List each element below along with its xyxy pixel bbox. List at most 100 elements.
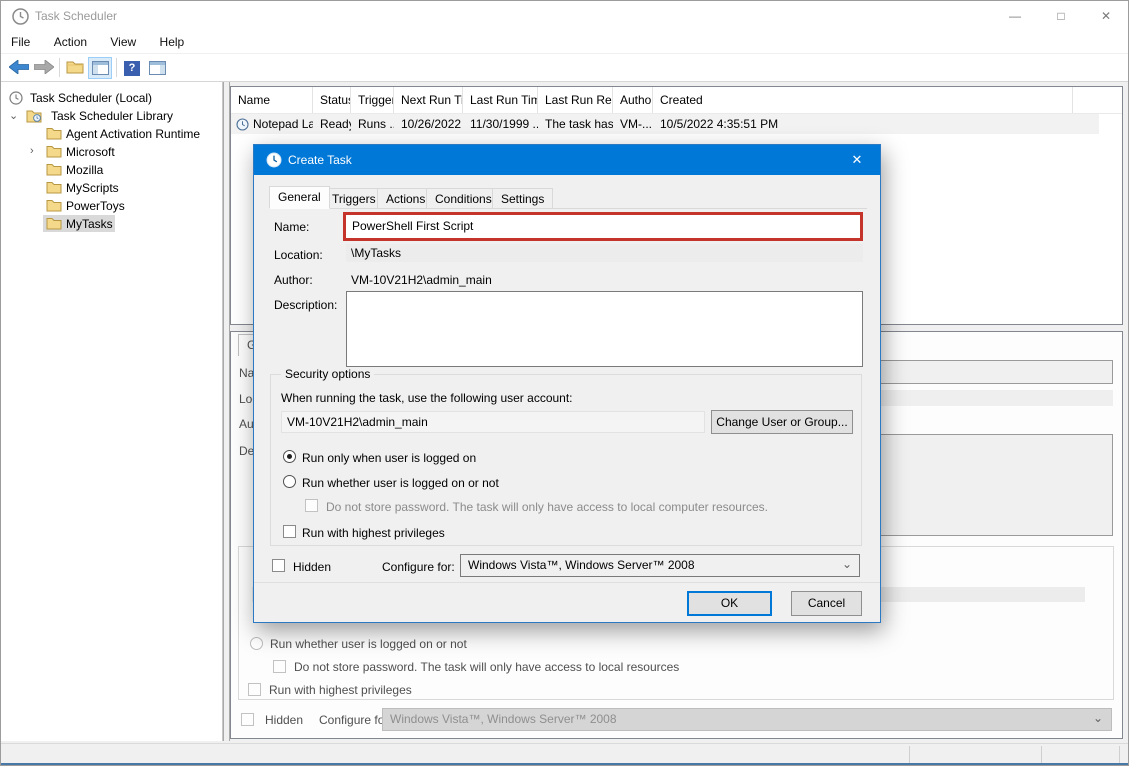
preview-checkbox-privileges[interactable] [248,683,261,696]
tab-conditions[interactable]: Conditions [426,188,501,209]
tree-item-label: PowerToys [66,199,125,213]
author-value: VM-10V21H2\admin_main [351,273,492,287]
pane-splitter[interactable] [223,82,230,741]
menu-help[interactable]: Help [150,31,195,54]
menu-view[interactable]: View [100,31,146,54]
folder-icon [66,60,84,77]
column-header-next-run-time[interactable]: Next Run Time [394,87,463,113]
panel-left-icon [92,61,109,75]
folder-clock-icon [26,109,42,123]
status-separator [1041,746,1042,763]
folder-icon [46,127,62,140]
task-last-run-time: 11/30/1999 ... [463,114,538,134]
help-button[interactable]: ? [120,57,144,79]
status-bar [1,743,1128,765]
status-separator [1119,746,1120,763]
ok-button[interactable]: OK [687,591,772,616]
task-name: Notepad La... [253,117,313,131]
tree-item-task-scheduler-local[interactable]: Task Scheduler (Local) [1,89,222,107]
security-options-group: Security options When running the task, … [270,374,862,546]
maximize-button[interactable]: □ [1039,1,1083,31]
checkbox-highest-privileges[interactable] [283,525,296,538]
preview-radio-run-whether[interactable] [250,637,263,650]
location-value: \MyTasks [346,244,863,262]
forward-arrow-icon [34,60,54,77]
description-textarea[interactable] [346,291,863,367]
radio-run-whether[interactable] [283,475,296,488]
menu-action[interactable]: Action [44,31,97,54]
preview-radio-label: Run whether user is logged on or not [270,637,467,651]
dialog-titlebar: Create Task ✕ [254,145,880,175]
tree-item-powertoys[interactable]: PowerToys [1,197,222,215]
checkbox-do-not-store-password-label: Do not store password. The task will onl… [326,500,768,514]
create-task-dialog: Create Task ✕ General Triggers Actions C… [253,144,881,623]
column-header-triggers[interactable]: Triggers [351,87,394,113]
name-label: Name: [274,220,309,234]
expand-chevron-icon[interactable]: › [30,145,34,157]
close-button[interactable]: ✕ [1084,1,1128,31]
preview-configure-value: Windows Vista™, Windows Server™ 2008 [390,712,617,726]
tree-item-label: Task Scheduler Library [51,109,173,123]
tree-item-mozilla[interactable]: Mozilla [1,161,222,179]
titlebar: Task Scheduler — □ ✕ [1,1,1128,31]
author-label: Author: [274,273,313,287]
tree-item-myscripts[interactable]: MyScripts [1,179,222,197]
description-label: Description: [274,298,337,312]
configure-for-combo[interactable]: Windows Vista™, Windows Server™ 2008 [460,554,860,577]
collapse-chevron-icon[interactable]: ⌄ [9,109,18,122]
tab-triggers[interactable]: Triggers [323,188,385,209]
task-status: Ready [313,114,351,134]
dialog-clock-icon [266,152,282,168]
clock-icon [9,91,23,105]
name-input[interactable]: PowerShell First Script [352,219,473,233]
column-header-last-run-result[interactable]: Last Run Result [538,87,613,113]
actions-pane-button[interactable] [145,57,169,79]
folder-icon [46,145,62,158]
preview-checkbox-hidden[interactable] [241,713,254,726]
name-input-red-highlight: PowerShell First Script [343,212,863,241]
tree-item-label: Task Scheduler (Local) [30,91,152,105]
dialog-close-icon[interactable]: ✕ [835,146,879,174]
status-separator [909,746,910,763]
column-header-created[interactable]: Created [653,87,1073,113]
chevron-down-icon[interactable]: ⌄ [842,557,852,571]
folder-icon [46,217,62,230]
task-created: 10/5/2022 4:35:51 PM [653,114,1073,134]
tree-item-microsoft[interactable]: › Microsoft [1,143,222,161]
cancel-button[interactable]: Cancel [791,591,862,616]
menu-file[interactable]: File [1,31,40,54]
back-button[interactable] [7,57,31,79]
column-header-status[interactable]: Status [313,87,351,113]
task-triggers: Runs ... [351,114,394,134]
radio-run-logged-on[interactable] [283,450,296,463]
task-row[interactable]: Notepad La... Ready Runs ... 10/26/2022 … [231,114,1099,134]
checkbox-do-not-store-password[interactable] [305,499,318,512]
configure-for-value: Windows Vista™, Windows Server™ 2008 [468,558,695,572]
hidden-label: Hidden [293,560,331,574]
minimize-button[interactable]: — [993,1,1037,31]
tab-general[interactable]: General [269,186,330,209]
folder-icon [46,163,62,176]
tree-item-label: Microsoft [66,145,115,159]
show-hide-pane-button[interactable] [88,57,112,79]
checkbox-hidden[interactable] [272,559,285,572]
console-tree-button[interactable] [63,57,87,79]
column-header-author[interactable]: Author [613,87,653,113]
location-label: Location: [274,248,323,262]
tree-item-label: MyScripts [66,181,119,195]
column-header-last-run-time[interactable]: Last Run Time [463,87,538,113]
tree-item-task-scheduler-library[interactable]: ⌄ Task Scheduler Library [1,107,222,125]
tab-settings[interactable]: Settings [492,188,553,209]
tree-item-mytasks-selected[interactable]: MyTasks [1,215,222,233]
help-icon: ? [124,61,140,76]
forward-button[interactable] [32,57,56,79]
tree-item-agent-activation-runtime[interactable]: Agent Activation Runtime [1,125,222,143]
tree-item-label: Agent Activation Runtime [66,127,200,141]
change-user-button[interactable]: Change User or Group... [711,410,853,434]
folder-icon [46,199,62,212]
account-hint: When running the task, use the following… [281,391,573,405]
preview-checkbox-password[interactable] [273,660,286,673]
column-header-name[interactable]: Name [231,87,313,113]
folder-icon [46,181,62,194]
console-tree: Task Scheduler (Local) ⌄ Task Scheduler … [1,82,223,741]
